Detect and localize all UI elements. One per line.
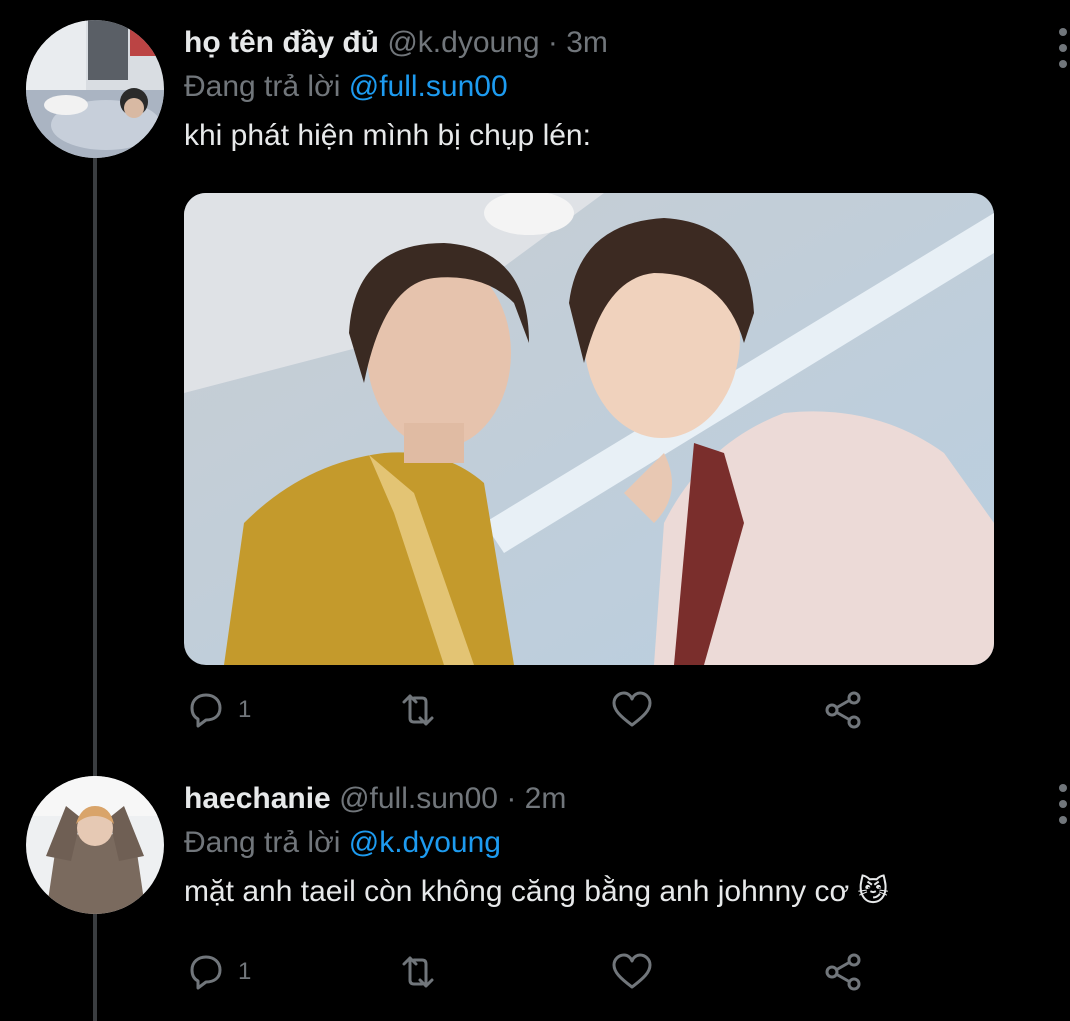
reply-prefix: Đang trả lời xyxy=(184,826,341,859)
retweet-button[interactable] xyxy=(396,688,440,732)
retweet-icon xyxy=(402,694,434,726)
retweet-button[interactable] xyxy=(396,950,440,994)
tweet-image[interactable] xyxy=(184,193,994,665)
tweet-text: mặt anh taeil còn không căng bằng anh jo… xyxy=(184,875,889,908)
separator: · xyxy=(547,26,558,59)
avatar[interactable] xyxy=(26,776,164,914)
reply-count: 1 xyxy=(238,696,252,723)
more-icon[interactable] xyxy=(1056,28,1070,68)
reply-button[interactable]: 1 xyxy=(184,688,251,732)
like-icon xyxy=(612,691,652,727)
timestamp[interactable]: 3m xyxy=(566,26,608,59)
display-name[interactable]: họ tên đầy đủ xyxy=(184,26,379,59)
display-name[interactable]: haechanie xyxy=(184,782,331,815)
handle[interactable]: @full.sun00 xyxy=(339,782,498,815)
like-icon xyxy=(612,953,652,989)
thread-line xyxy=(93,912,97,1021)
reply-icon xyxy=(190,955,222,990)
tweet[interactable]: haechanie @full.sun00 · 2m Đang trả lời … xyxy=(184,780,1067,912)
separator: · xyxy=(506,782,517,815)
like-button[interactable] xyxy=(610,950,654,994)
retweet-icon xyxy=(402,956,434,988)
tweet[interactable]: họ tên đầy đủ @k.dyoung · 3m Đang trả lờ… xyxy=(184,24,1067,156)
like-button[interactable] xyxy=(610,688,654,732)
reply-mention[interactable]: @full.sun00 xyxy=(349,70,508,103)
reply-count: 1 xyxy=(238,958,252,985)
reply-prefix: Đang trả lời xyxy=(184,70,341,103)
reply-mention[interactable]: @k.dyoung xyxy=(349,826,501,859)
share-icon xyxy=(825,691,861,729)
handle[interactable]: @k.dyoung xyxy=(387,26,539,59)
tweet-text: khi phát hiện mình bị chụp lén: xyxy=(184,119,591,152)
thread-line xyxy=(93,158,97,780)
avatar[interactable] xyxy=(26,20,164,158)
share-button[interactable] xyxy=(822,688,866,732)
timestamp[interactable]: 2m xyxy=(525,782,567,815)
share-icon xyxy=(825,953,861,991)
more-icon[interactable] xyxy=(1056,784,1070,824)
share-button[interactable] xyxy=(822,950,866,994)
tweet-actions: 1 xyxy=(184,688,884,732)
reply-button[interactable]: 1 xyxy=(184,950,251,994)
reply-icon xyxy=(190,693,222,728)
tweet-actions: 1 xyxy=(184,950,884,994)
